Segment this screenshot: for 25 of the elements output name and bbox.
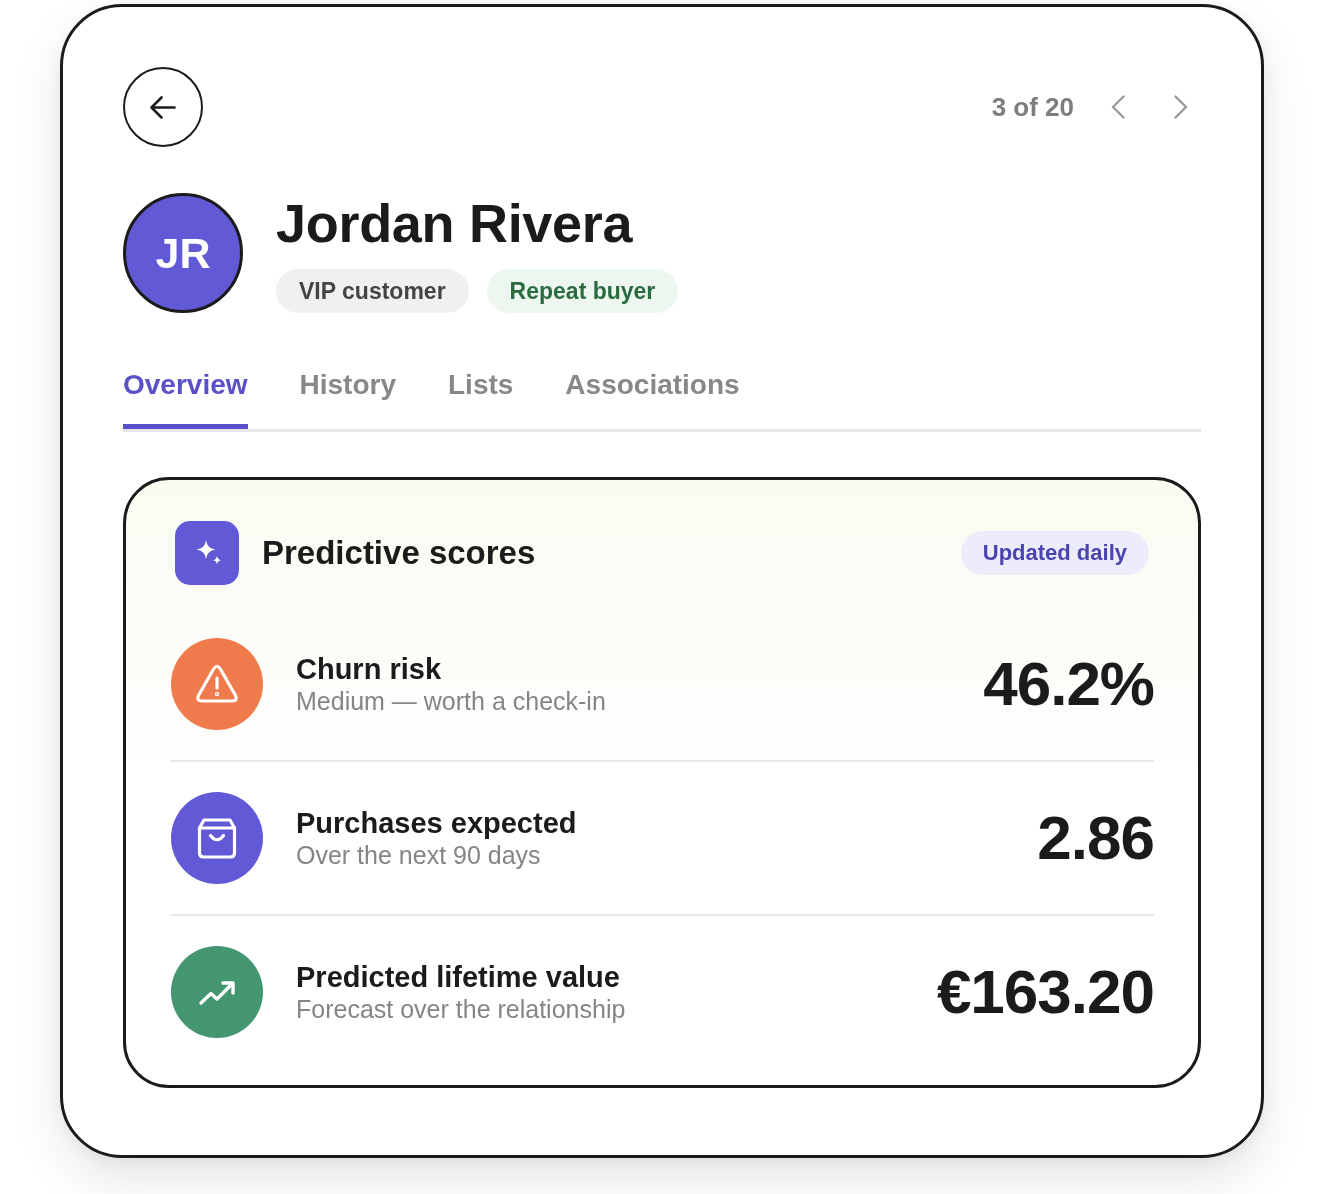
chevron-left-icon — [1111, 95, 1125, 119]
sparkle-icon — [175, 521, 239, 585]
tab[interactable]: Overview — [123, 358, 248, 429]
metric-subtitle: Over the next 90 days — [296, 840, 542, 870]
metric-value: €163.20 — [936, 961, 1154, 1023]
card-title: Predictive scores — [262, 534, 536, 572]
tag: VIP customer — [276, 269, 469, 313]
tab[interactable]: History — [299, 358, 396, 429]
arrow-left-icon — [150, 95, 176, 119]
chevron-right-icon — [1174, 95, 1188, 119]
metric-value: 46.2% — [983, 653, 1154, 715]
avatar: JR — [123, 193, 243, 313]
metric-title: Churn risk — [296, 652, 443, 686]
tag: Repeat buyer — [486, 269, 679, 313]
metric-value: 2.86 — [1037, 807, 1154, 869]
tab[interactable]: Associations — [565, 358, 740, 429]
metric-subtitle: Medium — worth a check-in — [296, 686, 606, 716]
record-counter: 3 of 20 — [991, 91, 1074, 123]
customer-name: Jordan Rivera — [276, 193, 634, 253]
update-badge: Updated daily — [960, 531, 1149, 575]
back-button[interactable] — [123, 67, 203, 147]
metric-title: Purchases expected — [296, 806, 577, 840]
metric-subtitle: Forecast over the relationship — [296, 994, 626, 1024]
tab[interactable]: Lists — [448, 358, 514, 429]
metric-title: Predicted lifetime value — [296, 960, 621, 994]
